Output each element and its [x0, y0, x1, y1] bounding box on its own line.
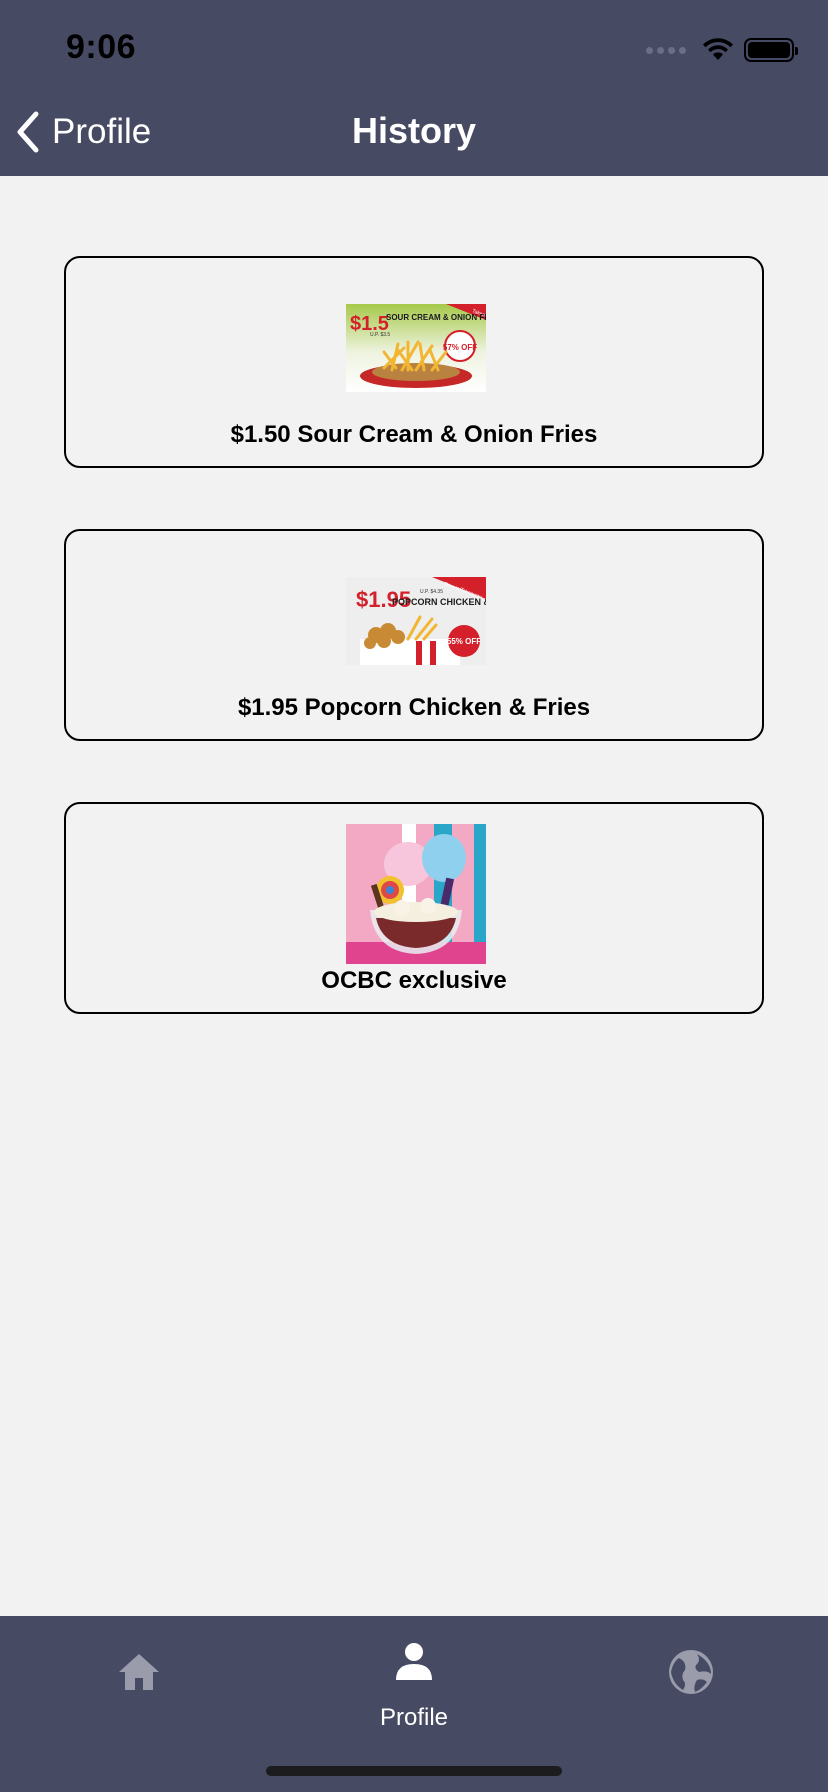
history-list: Takeaway $1.5 SOUR CREAM & ONION FRIES U… — [64, 256, 764, 1075]
svg-text:57% OFF: 57% OFF — [443, 343, 477, 352]
sour-cream-fries-image: Takeaway $1.5 SOUR CREAM & ONION FRIES U… — [346, 304, 486, 392]
battery-icon — [744, 38, 798, 62]
globe-icon — [669, 1650, 713, 1694]
svg-text:POPCORN CHICKEN & FRIES: POPCORN CHICKEN & FRIES — [392, 597, 486, 607]
history-item-popcorn-chicken[interactable]: Dine-in/Takeaway $1.95 U.P. $4.35 POPCOR… — [64, 529, 764, 741]
svg-text:SOUR CREAM & ONION FRIES: SOUR CREAM & ONION FRIES — [386, 313, 486, 322]
popcorn-chicken-image: Dine-in/Takeaway $1.95 U.P. $4.35 POPCOR… — [346, 577, 486, 665]
tab-explore[interactable] — [601, 1640, 781, 1730]
home-icon — [119, 1654, 159, 1690]
svg-text:U.P. $4.35: U.P. $4.35 — [420, 589, 443, 595]
svg-text:U.P. $3.5: U.P. $3.5 — [370, 332, 390, 338]
bottom-tab-bar: Profile — [0, 1616, 828, 1792]
ocbc-sundae-image — [346, 824, 486, 964]
status-time: 9:06 — [66, 28, 137, 66]
page-title: History — [351, 110, 477, 151]
wifi-icon — [703, 38, 733, 60]
history-item-title: OCBC exclusive — [321, 967, 507, 994]
svg-text:55% OFF: 55% OFF — [447, 637, 481, 646]
history-item-title: $1.50 Sour Cream & Onion Fries — [230, 421, 598, 448]
home-indicator — [266, 1766, 562, 1776]
cellular-signal-icon — [646, 46, 686, 54]
history-item-ocbc-exclusive[interactable]: OCBC exclusive — [64, 802, 764, 1014]
history-item-title: $1.95 Popcorn Chicken & Fries — [237, 694, 591, 721]
tab-profile[interactable]: Profile — [324, 1640, 504, 1731]
status-indicators — [646, 36, 798, 64]
nav-header: 9:06 Profile History — [0, 0, 828, 176]
tab-home[interactable] — [49, 1640, 229, 1730]
history-screen: 9:06 Profile History Takeaway $1.5 SOUR … — [0, 0, 828, 1792]
tab-profile-label: Profile — [379, 1704, 449, 1731]
person-icon — [396, 1643, 432, 1680]
history-item-sour-cream-fries[interactable]: Takeaway $1.5 SOUR CREAM & ONION FRIES U… — [64, 256, 764, 468]
